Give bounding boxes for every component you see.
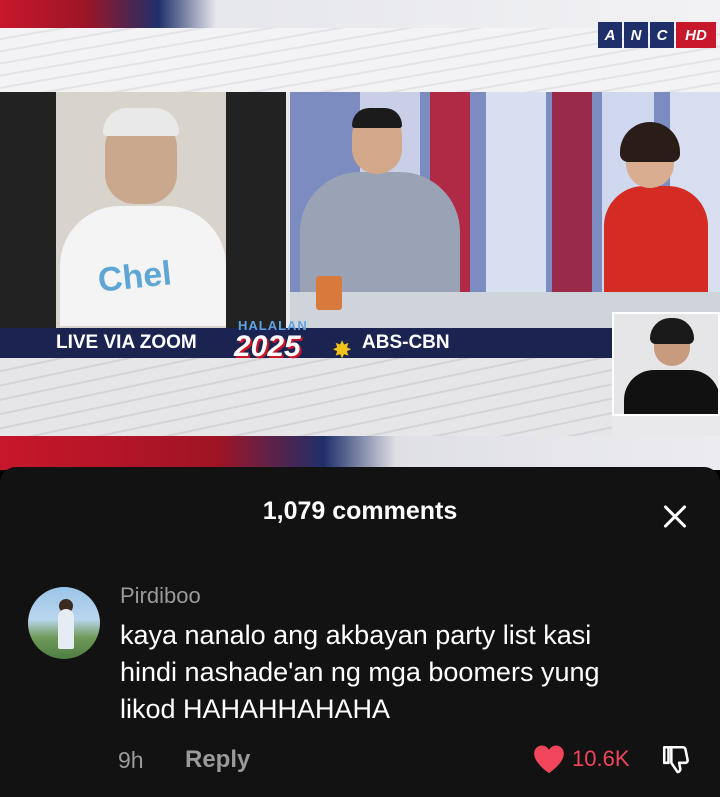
comment-username[interactable]: Pirdiboo (120, 583, 201, 609)
logo-letter: N (624, 22, 648, 48)
halalan-2025-logo: HALALAN 2025 ✸ (234, 318, 353, 364)
comment-timestamp: 9h (118, 747, 144, 773)
sun-icon: ✸ (332, 337, 353, 364)
broadcast-bottom-stripe (0, 436, 720, 470)
comment-line: hindi nashade'an ng mga boomers yung (120, 657, 600, 687)
comments-count-title: 1,079 comments (262, 497, 458, 525)
comment-text: kaya nanalo ang akbayan party list kasi … (120, 617, 710, 728)
abs-cbn-caption: ABS-CBN (362, 332, 450, 353)
sign-language-interpreter (612, 312, 720, 416)
female-anchor (604, 186, 708, 296)
comment-line: kaya nanalo ang akbayan party list kasi (120, 620, 592, 650)
thumbs-down-icon[interactable] (660, 743, 694, 777)
logo-hd: HD (676, 22, 716, 48)
avatar[interactable] (28, 587, 100, 659)
logo-letter: C (650, 22, 674, 48)
live-via-zoom-caption: LIVE VIA ZOOM (56, 332, 197, 353)
heart-icon[interactable] (532, 743, 566, 775)
comment-line: likod HAHAHHAHAHA (120, 694, 391, 724)
close-icon[interactable] (658, 497, 696, 535)
shirt-text: Chel (96, 254, 174, 300)
like-button[interactable]: 10.6K (532, 743, 630, 775)
comments-sheet: 1,079 comments Pirdiboo kaya nanalo ang … (0, 467, 720, 797)
reply-button[interactable]: Reply (185, 746, 250, 774)
mug (316, 276, 342, 310)
logo-letter: A (598, 22, 622, 48)
like-count: 10.6K (572, 746, 630, 771)
anc-hd-logo: A N C HD (598, 22, 716, 48)
video-player[interactable]: A N C HD Chel LIVE VIA ZOOM ABS-CBN HALA… (0, 0, 720, 470)
